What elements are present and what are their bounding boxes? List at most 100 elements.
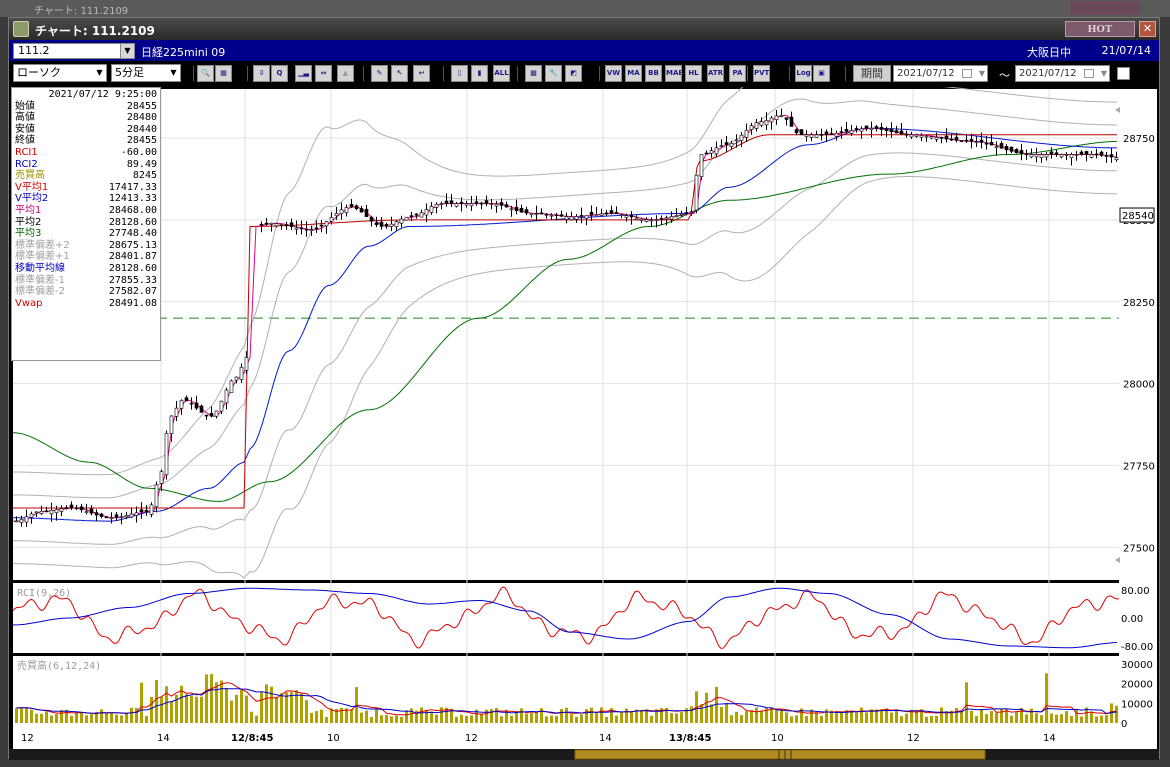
panel-icon[interactable]: ▣ — [813, 65, 830, 82]
candle-body — [559, 214, 564, 217]
symbol-select[interactable]: 111.2 ▼ — [13, 43, 135, 59]
candle-body — [439, 203, 444, 205]
candle-b-icon[interactable]: ▮ — [471, 65, 488, 82]
atr-icon[interactable]: ATR — [707, 65, 724, 82]
chevron-down-icon[interactable]: ▼ — [120, 44, 134, 58]
layout-icon[interactable]: ▦ — [215, 65, 232, 82]
volume-bar — [45, 711, 48, 723]
volume-bar — [510, 715, 513, 723]
overview-grip-icon: ||| — [776, 750, 794, 760]
candle-body — [729, 143, 734, 147]
log-icon[interactable]: Log — [795, 65, 812, 82]
volume-bar — [1070, 715, 1073, 723]
volume-bar — [935, 715, 938, 723]
cursor-icon[interactable]: ↖ — [391, 65, 408, 82]
background-window-strip: チャート: 111.2109 — [0, 0, 1170, 17]
candle-body — [144, 509, 149, 512]
volume-bar — [790, 716, 793, 723]
hot-button[interactable]: HOT — [1065, 21, 1135, 37]
zoom-icon[interactable]: 🔍 — [197, 65, 214, 82]
bb-icon[interactable]: BB — [645, 65, 662, 82]
search-chart-icon[interactable]: Q — [271, 65, 288, 82]
split-icon[interactable]: ↔ — [315, 65, 332, 82]
candle-body — [344, 207, 349, 214]
candle-body — [64, 507, 69, 509]
volume-bar — [275, 696, 278, 723]
chevron-down-icon[interactable]: ▼ — [93, 65, 106, 81]
calendar-icon[interactable] — [1084, 69, 1094, 78]
date-to-input[interactable]: 2021/07/12 ▼ — [1015, 65, 1110, 82]
candle-body — [409, 215, 414, 217]
data-panel-value: -60.00 — [120, 146, 157, 158]
pvt-icon[interactable]: PVT — [753, 65, 770, 82]
candle-body — [649, 219, 654, 222]
candle-body — [594, 214, 599, 216]
candle-body — [824, 131, 829, 135]
candle-a-icon[interactable]: ▯ — [451, 65, 468, 82]
volume-bar — [1020, 708, 1023, 723]
mae-icon[interactable]: MAE — [665, 65, 682, 82]
candle-body — [244, 357, 249, 371]
candle-body — [849, 130, 854, 134]
candle-body — [464, 203, 469, 206]
download-icon[interactable]: ⇩ — [253, 65, 270, 82]
candle-body — [744, 129, 749, 138]
volume-bar — [285, 692, 288, 723]
candle-body — [839, 131, 844, 133]
volume-bar — [705, 692, 708, 723]
volume-bar — [965, 682, 968, 723]
candle-body — [229, 380, 234, 393]
volume-bar — [245, 695, 248, 723]
volume-bar — [955, 707, 958, 723]
grid-icon[interactable]: ▩ — [525, 65, 542, 82]
chevron-down-icon[interactable]: ▼ — [979, 66, 985, 81]
volume-bar — [855, 712, 858, 723]
candle-body — [604, 212, 609, 215]
hl-icon[interactable]: HL — [685, 65, 702, 82]
volume-bar — [865, 712, 868, 723]
candle-body — [274, 223, 279, 227]
candle-body — [359, 208, 364, 213]
calendar-icon[interactable] — [962, 69, 972, 78]
volume-bar — [145, 715, 148, 723]
chart-area[interactable]: 2875028500282502800027750275002854080.00… — [9, 87, 1159, 760]
all-icon[interactable]: ALL — [493, 65, 510, 82]
date-from-input[interactable]: 2021/07/12 ▼ — [893, 65, 988, 82]
tools-icon[interactable]: 🔧 — [545, 65, 562, 82]
data-panel-row: 安値 28440 — [15, 124, 157, 136]
chevron-down-icon[interactable]: ▼ — [167, 65, 180, 81]
ma-icon[interactable]: MA — [625, 65, 642, 82]
candle-body — [939, 137, 944, 139]
volume-bar — [600, 707, 603, 723]
volume-bar — [320, 709, 323, 723]
undo-icon[interactable]: ↩ — [413, 65, 430, 82]
pencil-icon[interactable]: ✎ — [371, 65, 388, 82]
volume-bar — [35, 713, 38, 723]
vwap-icon[interactable]: VW — [605, 65, 622, 82]
window-titlebar[interactable]: チャート: 111.2109 HOT ✕ — [9, 18, 1159, 40]
volume-bar — [545, 716, 548, 723]
candle-body — [584, 215, 589, 219]
price-axis-tick: 27500 — [1123, 543, 1155, 554]
volume-bar — [585, 709, 588, 723]
period-label[interactable]: 期間 — [853, 65, 891, 82]
color-icon[interactable]: ◩ — [565, 65, 582, 82]
candle-body — [309, 229, 314, 232]
interval-select[interactable]: 5分足 ▼ — [111, 64, 181, 82]
chart-svg[interactable]: 2875028500282502800027750275002854080.00… — [9, 87, 1159, 760]
volume-bar — [165, 686, 168, 723]
candle-body — [739, 134, 744, 141]
date-range-checkbox[interactable] — [1117, 67, 1130, 80]
chevron-down-icon[interactable]: ▼ — [1101, 66, 1107, 81]
volume-bar — [555, 716, 558, 723]
candle-body — [879, 127, 884, 130]
data-panel-row: 売買高 8245 — [15, 170, 157, 182]
volume-bar — [700, 704, 703, 723]
volume-bar — [100, 709, 103, 723]
candle-body — [634, 217, 639, 220]
chart-type-select[interactable]: ローソク ▼ — [13, 64, 107, 82]
bar-chart-icon[interactable]: ▁▃ — [295, 65, 312, 82]
close-button[interactable]: ✕ — [1139, 21, 1156, 37]
para-icon[interactable]: PA — [729, 65, 746, 82]
candle-body — [894, 130, 899, 134]
